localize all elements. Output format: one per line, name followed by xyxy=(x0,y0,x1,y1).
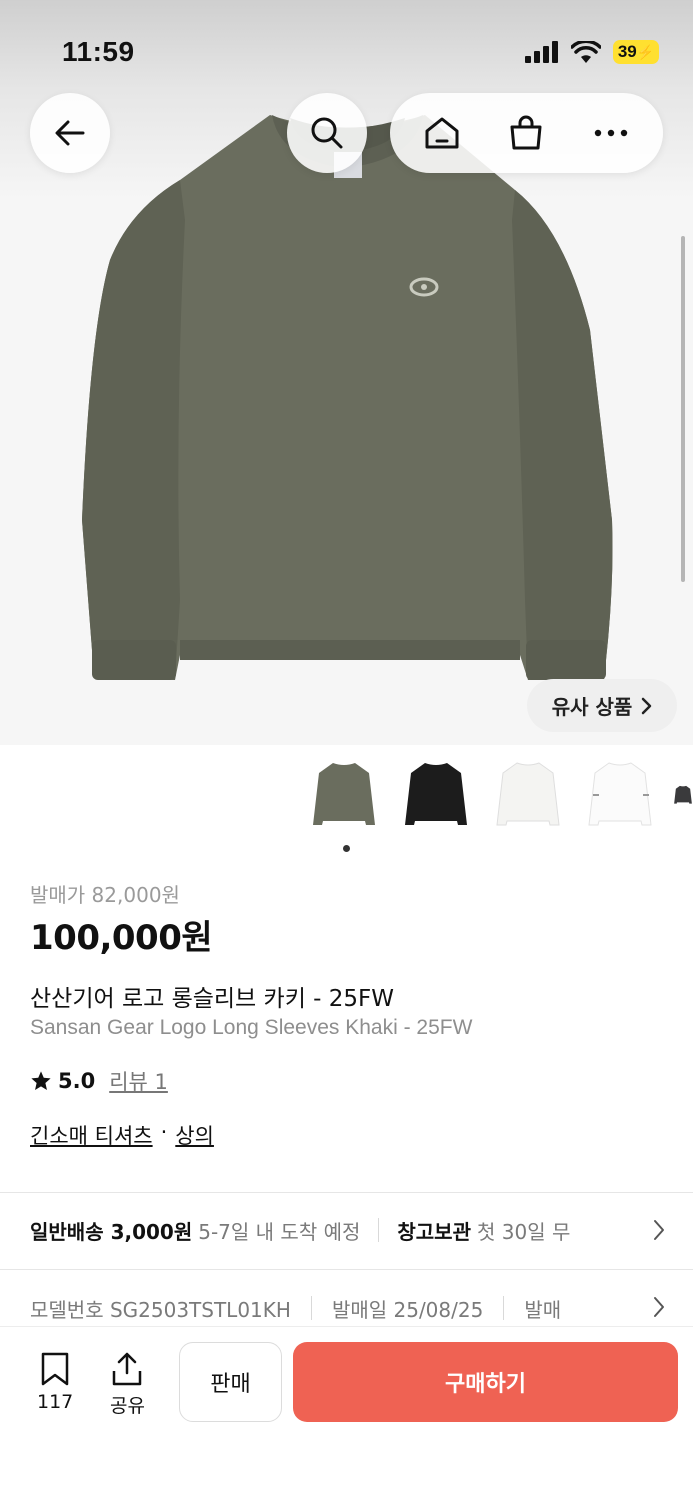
wifi-icon xyxy=(571,41,601,63)
bookmark-icon xyxy=(41,1352,69,1386)
status-icons: 39 ⚡ xyxy=(525,40,659,64)
color-option-white[interactable] xyxy=(489,752,567,838)
home-button[interactable] xyxy=(412,103,472,163)
battery-indicator: 39 ⚡ xyxy=(613,40,659,64)
product-name-korean: 산산기어 로고 롱슬리브 카키 - 25FW xyxy=(30,986,395,1012)
release-date: 발매일 25/08/25 xyxy=(331,1297,484,1322)
more-button[interactable] xyxy=(581,103,641,163)
shipping-info-row[interactable]: 일반배송 3,000원 5-7일 내 도착 예정 창고보관 첫 30일 무 xyxy=(30,1212,670,1248)
star-icon xyxy=(31,1071,51,1090)
share-icon xyxy=(113,1352,142,1386)
chevron-right-icon xyxy=(654,1220,664,1240)
wishlist-button[interactable]: 117 xyxy=(37,1351,73,1413)
category-breadcrumb: 긴소매 티셔츠 · 상의 xyxy=(30,1120,214,1150)
storage-description: 첫 30일 무 xyxy=(476,1219,571,1244)
sweater-thumbnail-black xyxy=(405,763,467,825)
category-link-longsleeve[interactable]: 긴소매 티셔츠 xyxy=(30,1120,153,1150)
separator xyxy=(378,1218,380,1242)
rating-row: 5.0 리뷰 1 xyxy=(30,1066,168,1096)
sell-button[interactable]: 판매 xyxy=(179,1342,282,1422)
storage-label: 창고보관 xyxy=(397,1219,471,1244)
color-option-white-stripe[interactable] xyxy=(581,752,659,838)
chevron-right-icon xyxy=(642,697,652,714)
sweater-thumbnail-khaki xyxy=(313,763,375,825)
shipping-label: 일반배송 3,000원 xyxy=(30,1219,193,1244)
nav-actions xyxy=(390,93,663,173)
wishlist-count: 117 xyxy=(37,1391,74,1413)
buy-button[interactable]: 구매하기 xyxy=(293,1342,678,1422)
chevron-right-icon xyxy=(654,1297,664,1317)
share-label: 공유 xyxy=(110,1395,145,1417)
charging-icon: ⚡ xyxy=(636,43,655,60)
sweater-thumbnail-white xyxy=(496,762,560,826)
details-more-button[interactable] xyxy=(645,1292,665,1322)
battery-level: 39 xyxy=(617,42,637,61)
color-option-charcoal[interactable] xyxy=(673,752,693,838)
carousel-indicator xyxy=(343,845,350,852)
reviews-link[interactable]: 리뷰 1 xyxy=(109,1066,168,1096)
search-icon xyxy=(311,117,343,149)
divider xyxy=(0,1192,693,1193)
bottom-action-bar: 117 공유 판매 구매하기 xyxy=(0,1326,693,1501)
signal-icon xyxy=(525,41,558,63)
details-extra: 발매 xyxy=(524,1297,562,1322)
color-option-list xyxy=(305,752,693,838)
product-details-row[interactable]: 모델번호 SG2503TSTL01KH 발매일 25/08/25 발매 xyxy=(30,1290,670,1326)
status-time: 11:59 xyxy=(62,36,135,67)
product-name-english: Sansan Gear Logo Long Sleeves Khaki - 25… xyxy=(30,1016,473,1039)
divider xyxy=(0,1269,693,1270)
similar-products-label: 유사 상품 xyxy=(551,695,633,719)
rating-score: 5.0 xyxy=(58,1069,96,1093)
category-link-tops[interactable]: 상의 xyxy=(175,1120,214,1150)
search-button[interactable] xyxy=(287,93,367,173)
more-horizontal-icon xyxy=(594,129,628,137)
scroll-indicator xyxy=(681,236,685,582)
shipping-eta: 5-7일 내 도착 예정 xyxy=(198,1219,361,1244)
cart-button[interactable] xyxy=(496,103,556,163)
model-number: 모델번호 SG2503TSTL01KH xyxy=(30,1297,291,1322)
separator xyxy=(503,1296,505,1320)
share-button[interactable]: 공유 xyxy=(110,1351,145,1418)
release-price: 발매가 82,000원 xyxy=(30,883,180,907)
separator xyxy=(310,1296,312,1320)
sweater-thumbnail-charcoal xyxy=(674,785,692,804)
shopping-bag-icon xyxy=(510,115,542,150)
home-icon xyxy=(425,117,459,149)
color-option-black[interactable] xyxy=(397,752,475,838)
arrow-left-icon xyxy=(55,120,85,146)
current-price: 100,000원 xyxy=(30,918,213,958)
color-option-khaki[interactable] xyxy=(305,752,383,838)
category-separator: · xyxy=(160,1120,168,1144)
shipping-more-button[interactable] xyxy=(645,1215,665,1245)
similar-products-button[interactable]: 유사 상품 xyxy=(527,679,677,732)
back-button[interactable] xyxy=(30,93,110,173)
sweater-thumbnail-white-stripe xyxy=(588,762,652,826)
